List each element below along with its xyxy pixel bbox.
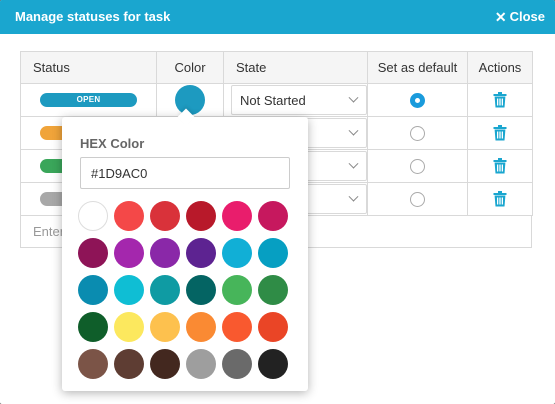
color-swatch[interactable]	[78, 312, 108, 342]
chevron-down-icon	[348, 92, 359, 103]
close-label: Close	[509, 9, 545, 24]
set-default-radio[interactable]	[410, 191, 425, 207]
color-swatch[interactable]	[114, 349, 144, 379]
actions-cell	[467, 149, 533, 183]
color-swatch[interactable]	[150, 201, 180, 231]
manage-statuses-dialog: Manage statuses for task ✕ Close Status …	[0, 0, 555, 404]
color-swatch[interactable]	[186, 201, 216, 231]
table-row: OPEN Not Started	[20, 83, 533, 117]
color-swatch[interactable]	[258, 201, 288, 231]
status-badge[interactable]: OPEN	[40, 93, 137, 107]
default-cell	[367, 83, 468, 117]
hex-color-label: HEX Color	[80, 136, 145, 151]
hex-color-input[interactable]	[80, 157, 290, 189]
color-swatch[interactable]	[258, 238, 288, 268]
color-swatch[interactable]	[222, 238, 252, 268]
state-select[interactable]: Not Started	[231, 85, 367, 115]
chevron-down-icon	[348, 191, 359, 202]
color-swatch[interactable]	[186, 349, 216, 379]
color-swatch[interactable]	[114, 238, 144, 268]
color-swatch[interactable]	[150, 349, 180, 379]
state-cell: Not Started	[223, 83, 368, 117]
color-swatch[interactable]	[150, 275, 180, 305]
actions-cell	[467, 116, 533, 150]
color-swatch-button[interactable]	[175, 85, 205, 115]
color-swatch[interactable]	[222, 312, 252, 342]
chevron-down-icon	[348, 125, 359, 136]
dialog-title: Manage statuses for task	[15, 9, 171, 24]
set-default-radio[interactable]	[410, 92, 425, 108]
color-swatch[interactable]	[114, 201, 144, 231]
set-default-radio[interactable]	[410, 158, 425, 174]
trash-icon[interactable]	[493, 92, 507, 108]
trash-icon[interactable]	[493, 125, 507, 141]
color-swatch[interactable]	[78, 201, 108, 231]
default-cell	[367, 182, 468, 216]
color-swatch[interactable]	[78, 238, 108, 268]
color-swatch[interactable]	[150, 238, 180, 268]
color-swatch[interactable]	[258, 312, 288, 342]
dialog-header: Manage statuses for task ✕ Close	[0, 0, 555, 34]
actions-cell	[467, 182, 533, 216]
color-swatch[interactable]	[78, 349, 108, 379]
status-cell: OPEN	[20, 83, 157, 117]
color-swatch[interactable]	[186, 312, 216, 342]
set-default-radio[interactable]	[410, 125, 425, 141]
trash-icon[interactable]	[493, 158, 507, 174]
chevron-down-icon	[348, 158, 359, 169]
column-header-default: Set as default	[367, 51, 468, 84]
color-picker-popover: HEX Color	[62, 117, 308, 391]
column-header-actions: Actions	[467, 51, 533, 84]
color-swatch[interactable]	[222, 275, 252, 305]
column-header-color: Color	[156, 51, 224, 84]
default-cell	[367, 149, 468, 183]
color-swatch[interactable]	[186, 238, 216, 268]
default-cell	[367, 116, 468, 150]
color-swatch[interactable]	[78, 275, 108, 305]
state-value: Not Started	[240, 92, 306, 108]
close-button[interactable]: ✕ Close	[495, 9, 545, 24]
trash-icon[interactable]	[493, 191, 507, 207]
color-swatch[interactable]	[258, 349, 288, 379]
color-swatch[interactable]	[114, 312, 144, 342]
color-swatch[interactable]	[114, 275, 144, 305]
actions-cell	[467, 83, 533, 117]
color-swatch[interactable]	[258, 275, 288, 305]
color-swatch[interactable]	[186, 275, 216, 305]
close-icon: ✕	[494, 8, 507, 25]
color-swatch-grid	[78, 201, 296, 379]
column-header-state: State	[223, 51, 368, 84]
color-swatch[interactable]	[222, 349, 252, 379]
color-swatch[interactable]	[222, 201, 252, 231]
color-swatch[interactable]	[150, 312, 180, 342]
new-status-placeholder: Enter	[33, 224, 65, 239]
column-header-status: Status	[20, 51, 157, 84]
